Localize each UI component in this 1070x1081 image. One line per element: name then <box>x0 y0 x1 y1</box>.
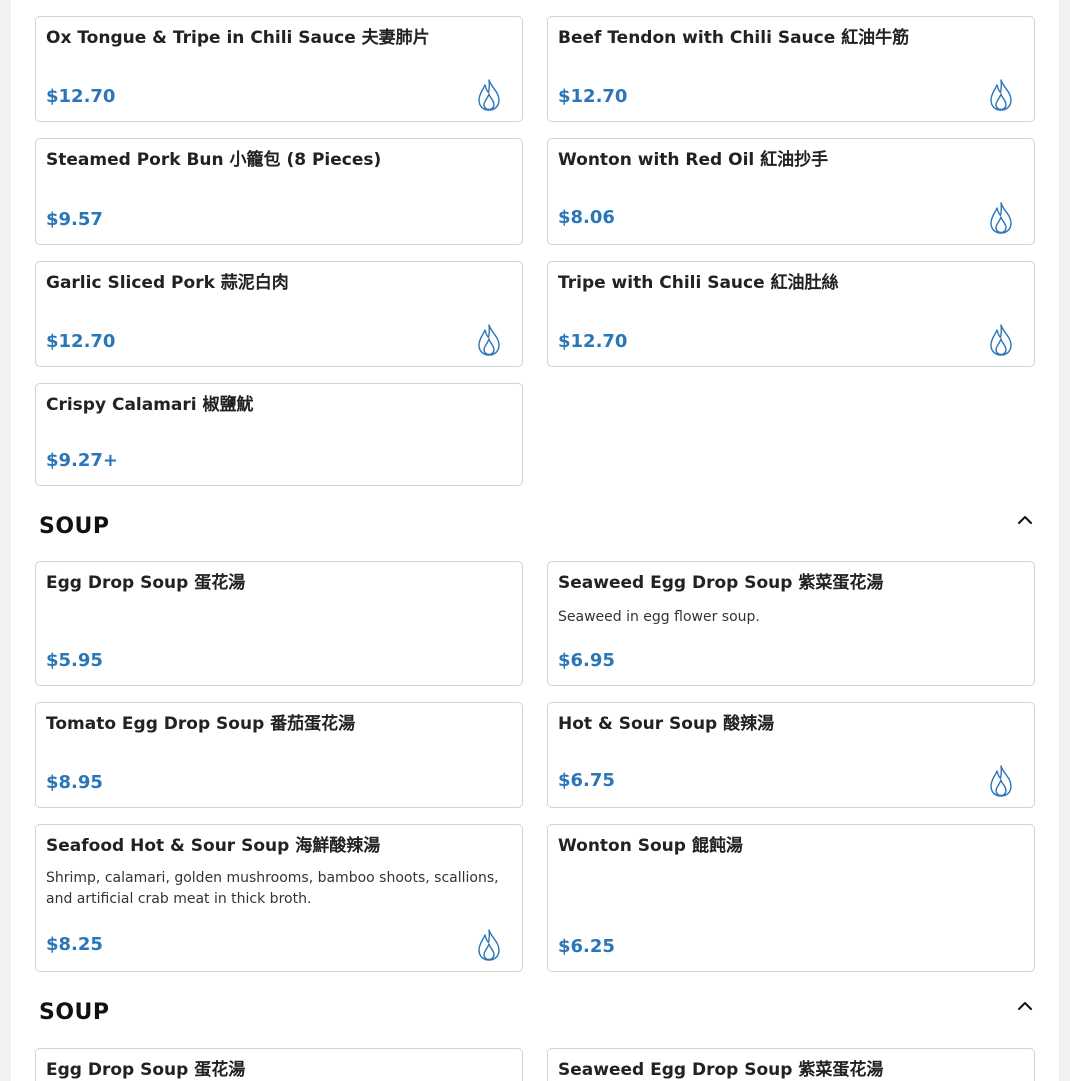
chevron-up-icon[interactable] <box>1015 513 1035 527</box>
item-price: $12.70 <box>46 86 116 107</box>
item-description: Seaweed in egg flower soup. <box>558 609 760 625</box>
item-price: $5.95 <box>46 650 103 671</box>
item-price: $6.75 <box>558 770 615 791</box>
item-title: Steamed Pork Bun 小籠包 (8 Pieces) <box>46 150 382 170</box>
item-price: $12.70 <box>46 331 116 352</box>
item-description: Shrimp, calamari, golden mushrooms, bamb… <box>46 870 499 907</box>
flame-icon <box>990 202 1012 234</box>
menu-item-card[interactable]: Hot & Sour Soup 酸辣湯 $6.75 <box>547 702 1035 808</box>
menu-item-card[interactable]: Seaweed Egg Drop Soup 紫菜蛋花湯 Seaweed in e… <box>547 561 1035 686</box>
item-title: Egg Drop Soup 蛋花湯 <box>46 1060 246 1080</box>
section-title: SOUP <box>39 1000 110 1025</box>
item-price: $6.25 <box>558 936 615 957</box>
menu-item-card[interactable]: Garlic Sliced Pork 蒜泥白肉 $12.70 <box>35 261 523 367</box>
menu-item-card[interactable]: Seafood Hot & Sour Soup 海鮮酸辣湯 Shrimp, ca… <box>35 824 523 972</box>
menu-item-card[interactable]: Ox Tongue & Tripe in Chili Sauce 夫妻肺片 $1… <box>35 16 523 122</box>
menu-item-card[interactable]: Tripe with Chili Sauce 紅油肚絲 $12.70 <box>547 261 1035 367</box>
flame-icon <box>990 324 1012 356</box>
flame-icon <box>990 765 1012 797</box>
menu-item-card[interactable]: Beef Tendon with Chili Sauce 紅油牛筋 $12.70 <box>547 16 1035 122</box>
flame-icon <box>478 324 500 356</box>
menu-item-card[interactable]: Tomato Egg Drop Soup 番茄蛋花湯 $8.95 <box>35 702 523 808</box>
item-price: $12.70 <box>558 86 628 107</box>
item-price: $8.06 <box>558 207 615 228</box>
item-title: Beef Tendon with Chili Sauce 紅油牛筋 <box>558 28 910 48</box>
menu-item-card[interactable]: Egg Drop Soup 蛋花湯 <box>35 1048 523 1081</box>
item-title: Egg Drop Soup 蛋花湯 <box>46 573 246 593</box>
item-title: Tripe with Chili Sauce 紅油肚絲 <box>558 273 839 293</box>
menu-item-card[interactable]: Crispy Calamari 椒鹽魷 $9.27+ <box>35 383 523 486</box>
item-title: Seaweed Egg Drop Soup 紫菜蛋花湯 <box>558 573 884 593</box>
menu-item-card[interactable]: Seaweed Egg Drop Soup 紫菜蛋花湯 <box>547 1048 1035 1081</box>
item-price: $8.25 <box>46 934 103 955</box>
menu-page: Ox Tongue & Tripe in Chili Sauce 夫妻肺片 $1… <box>11 0 1059 1081</box>
item-title: Garlic Sliced Pork 蒜泥白肉 <box>46 273 289 293</box>
item-title: Wonton with Red Oil 紅油抄手 <box>558 150 829 170</box>
item-title: Wonton Soup 餛飩湯 <box>558 836 743 856</box>
flame-icon <box>990 79 1012 111</box>
item-price: $8.95 <box>46 772 103 793</box>
item-title: Crispy Calamari 椒鹽魷 <box>46 395 254 415</box>
item-title: Seafood Hot & Sour Soup 海鮮酸辣湯 <box>46 836 381 856</box>
item-title: Seaweed Egg Drop Soup 紫菜蛋花湯 <box>558 1060 884 1080</box>
menu-item-card[interactable]: Wonton with Red Oil 紅油抄手 $8.06 <box>547 138 1035 245</box>
item-price: $12.70 <box>558 331 628 352</box>
item-title: Ox Tongue & Tripe in Chili Sauce 夫妻肺片 <box>46 28 430 48</box>
section-title: SOUP <box>39 514 110 539</box>
item-title: Hot & Sour Soup 酸辣湯 <box>558 714 775 734</box>
flame-icon <box>478 929 500 961</box>
item-price: $6.95 <box>558 650 615 671</box>
flame-icon <box>478 79 500 111</box>
item-title: Tomato Egg Drop Soup 番茄蛋花湯 <box>46 714 356 734</box>
item-price: $9.57 <box>46 209 103 230</box>
menu-item-card[interactable]: Steamed Pork Bun 小籠包 (8 Pieces) $9.57 <box>35 138 523 245</box>
item-price: $9.27+ <box>46 450 119 471</box>
menu-item-card[interactable]: Egg Drop Soup 蛋花湯 $5.95 <box>35 561 523 686</box>
chevron-up-icon[interactable] <box>1015 999 1035 1013</box>
menu-item-card[interactable]: Wonton Soup 餛飩湯 $6.25 <box>547 824 1035 972</box>
